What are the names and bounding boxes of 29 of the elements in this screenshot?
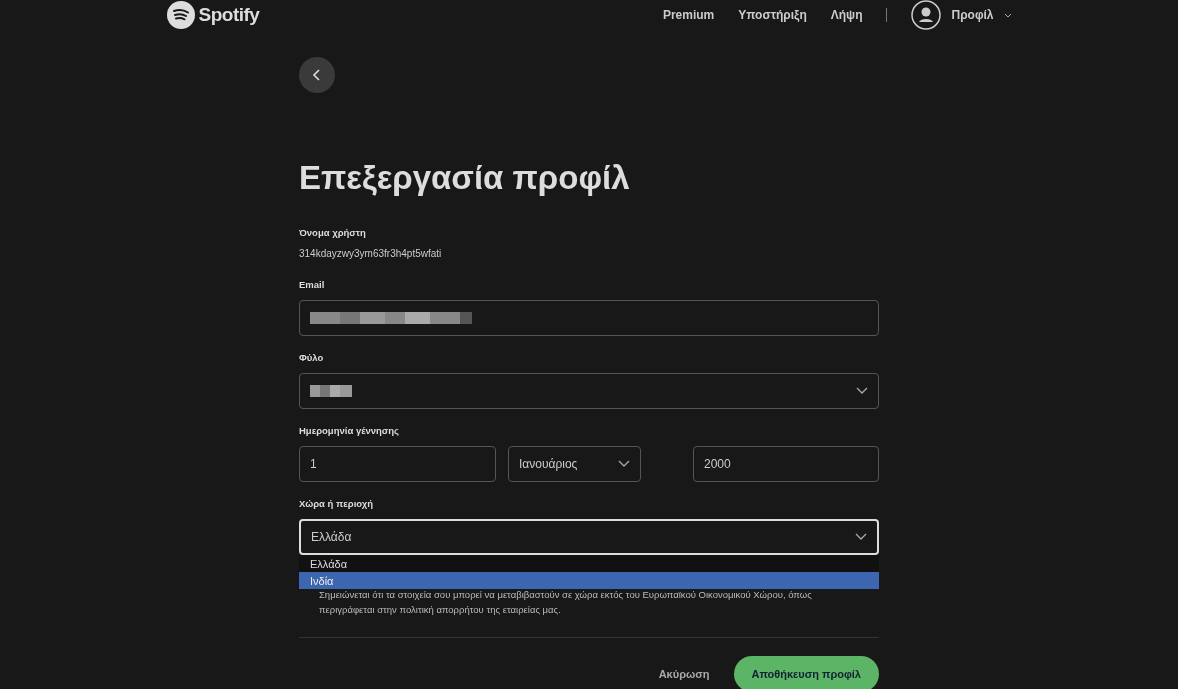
- user-icon: [911, 0, 942, 30]
- month-select[interactable]: Ιανουάριος: [508, 446, 641, 482]
- save-button[interactable]: Αποθήκευση προφίλ: [733, 656, 879, 689]
- chevron-down-icon: [1003, 12, 1012, 18]
- chevron-down-icon: [856, 387, 868, 395]
- logo-icon: [166, 1, 195, 29]
- day-field[interactable]: 1: [299, 446, 496, 482]
- cancel-button[interactable]: Ακύρωση: [652, 667, 716, 681]
- nav-link[interactable]: Premium: [662, 8, 715, 22]
- field-label: Χώρα ή περιοχή: [299, 498, 375, 509]
- nav-link[interactable]: Λήψη: [830, 8, 863, 22]
- back-button[interactable]: [299, 57, 335, 93]
- nav-link[interactable]: Υποστήριξη: [738, 8, 807, 22]
- field-label: Φύλο: [299, 352, 325, 363]
- chevron-down-icon: [618, 460, 630, 468]
- email-field[interactable]: [299, 300, 879, 336]
- field-label: Email: [299, 279, 326, 290]
- year-field[interactable]: 2000: [693, 446, 879, 482]
- page-title: Επεξεργασία προφίλ: [299, 159, 631, 197]
- field-label: Ημερομηνία γέννησης: [299, 425, 401, 436]
- chevron-down-icon: [855, 533, 867, 541]
- brand-name: Spotify: [198, 4, 260, 26]
- field-label: Όνομα χρήστη: [299, 227, 367, 238]
- gender-select[interactable]: [299, 373, 879, 409]
- username-value: 314kdayzwy3ym63fr3h4pt5wfati: [299, 248, 443, 259]
- privacy-note: Σημειώνεται ότι τα στοιχεία σου μπορεί να μεταβιβαστούν σε χώρα εκτός του Ευρωπαϊκού Οικονομικού Χώρου, όπως περιγράφεται στην πολιτική απορρήτου της εταιρείας μας.: [318, 588, 813, 617]
- country-select[interactable]: Ελλάδα: [299, 519, 879, 555]
- profile-menu[interactable]: Προφίλ: [911, 0, 1012, 30]
- dropdown-option[interactable]: Ινδία: [299, 572, 879, 589]
